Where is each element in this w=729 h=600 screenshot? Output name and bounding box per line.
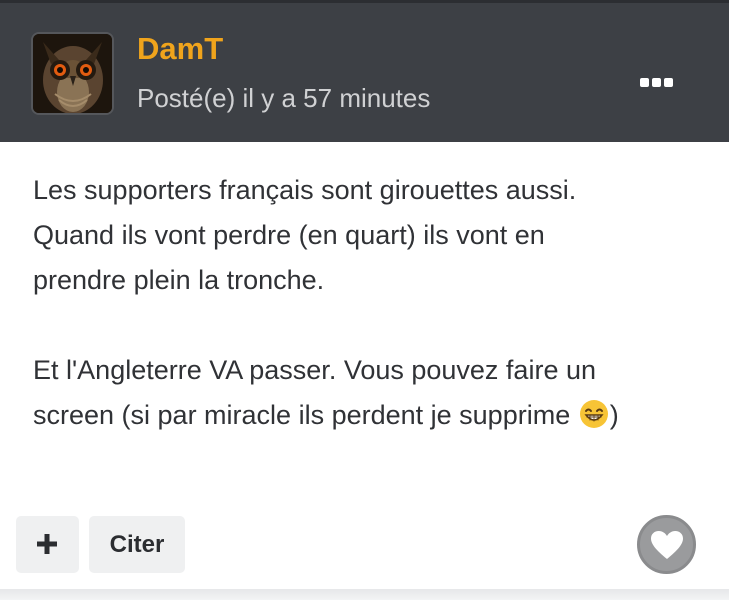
post-line: prendre plein la tronche. [33, 265, 325, 295]
post-line-end: ) [609, 400, 619, 430]
quote-button[interactable]: Citer [89, 516, 185, 573]
post-line: Et l'Angleterre VA passer. Vous pouvez f… [33, 355, 596, 385]
post-line-with-emoji: screen (si par miracle ils perdent je su… [33, 393, 703, 438]
more-options-icon[interactable] [634, 69, 678, 95]
post-line: Quand ils vont perdre (en quart) ils von… [33, 220, 545, 250]
post-line-text: screen (si par miracle ils perdent je su… [33, 400, 578, 430]
post-content: Les supporters français sont girouettes … [33, 168, 703, 438]
forum-post: DamT Posté(e) il y a 57 minutes Les supp… [0, 0, 729, 600]
dot [663, 77, 673, 87]
owl-avatar-image [33, 34, 112, 113]
post-timestamp: Posté(e) il y a 57 minutes [137, 83, 431, 113]
dot [651, 77, 661, 87]
author-avatar[interactable] [33, 34, 112, 113]
grinning-face-emoji-icon [579, 400, 608, 428]
post-header: DamT Posté(e) il y a 57 minutes [0, 0, 729, 142]
post-divider [0, 589, 729, 600]
like-button[interactable] [637, 515, 696, 574]
add-button[interactable] [16, 516, 79, 573]
author-name[interactable]: DamT [137, 29, 223, 69]
heart-icon [651, 531, 683, 559]
dot [639, 77, 649, 87]
post-line: Les supporters français sont girouettes … [33, 175, 577, 205]
plus-icon [37, 534, 57, 554]
